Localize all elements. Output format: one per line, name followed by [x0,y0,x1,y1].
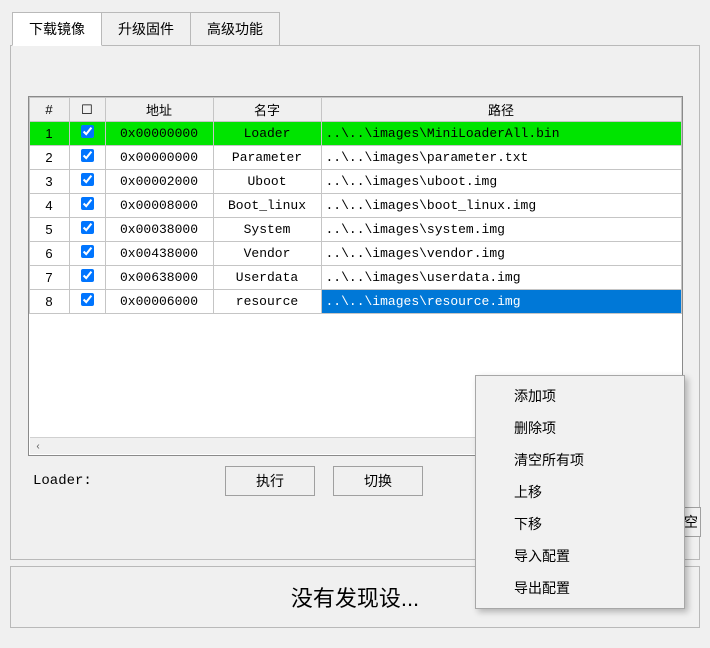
cell-address[interactable]: 0x00008000 [105,194,213,218]
cell-path[interactable]: ..\..\images\parameter.txt [321,146,681,170]
grid: # ☐ 地址 名字 路径 10x00000000Loader..\..\imag… [29,97,682,314]
table-row[interactable]: 4 0x00008000Boot_linux..\..\images\boot_l… [29,194,681,218]
row-checkbox[interactable] [81,173,94,186]
table-row[interactable]: 7 0x00638000Userdata..\..\images\userdata… [29,266,681,290]
cell-index: 6 [29,242,69,266]
cell-check [69,122,105,146]
cell-address[interactable]: 0x00006000 [105,290,213,314]
status-text: 没有发现设... [291,581,419,613]
col-header-name[interactable]: 名字 [213,98,321,122]
cell-check [69,290,105,314]
col-header-index[interactable]: # [29,98,69,122]
cell-check [69,242,105,266]
cell-address[interactable]: 0x00438000 [105,242,213,266]
col-header-check[interactable]: ☐ [69,98,105,122]
table-row[interactable]: 8 0x00006000resource..\..\images\resource… [29,290,681,314]
cell-path[interactable]: ..\..\images\MiniLoaderAll.bin [321,122,681,146]
row-checkbox[interactable] [81,269,94,282]
tab-upgrade-firmware[interactable]: 升级固件 [101,12,191,46]
col-header-address[interactable]: 地址 [105,98,213,122]
table-row[interactable]: 1 0x00000000Loader..\..\images\MiniLoader… [29,122,681,146]
cell-check [69,194,105,218]
cell-address[interactable]: 0x00038000 [105,218,213,242]
tab-strip: 下载镜像 升级固件 高级功能 [12,12,710,46]
cell-path[interactable]: ..\..\images\system.img [321,218,681,242]
cell-address[interactable]: 0x00002000 [105,170,213,194]
cell-index: 4 [29,194,69,218]
cell-index: 2 [29,146,69,170]
col-header-path[interactable]: 路径 [321,98,681,122]
table-row[interactable]: 6 0x00438000Vendor..\..\images\vendor.img [29,242,681,266]
cell-address[interactable]: 0x00000000 [105,146,213,170]
cell-path[interactable]: ..\..\images\userdata.img [321,266,681,290]
tab-download-image[interactable]: 下载镜像 [12,12,102,46]
context-menu: 添加项 删除项 清空所有项 上移 下移 导入配置 导出配置 [475,375,685,609]
loader-label: Loader: [27,473,207,489]
cell-name[interactable]: Parameter [213,146,321,170]
table-row[interactable]: 2 0x00000000Parameter..\..\images\paramet… [29,146,681,170]
cell-name[interactable]: Vendor [213,242,321,266]
row-checkbox[interactable] [81,293,94,306]
ctx-move-down[interactable]: 下移 [478,508,682,540]
app-window: … 下载镜像 升级固件 高级功能 # ☐ 地址 名字 路径 1 0x0000000… [0,0,710,648]
cell-name[interactable]: resource [213,290,321,314]
cell-check [69,146,105,170]
cell-index: 1 [29,122,69,146]
ctx-import-cfg[interactable]: 导入配置 [478,540,682,572]
ctx-add-item[interactable]: 添加项 [478,380,682,412]
cell-address[interactable]: 0x00000000 [105,122,213,146]
cell-check [69,170,105,194]
switch-button[interactable]: 切换 [333,466,423,496]
cell-name[interactable]: Uboot [213,170,321,194]
ctx-move-up[interactable]: 上移 [478,476,682,508]
cell-name[interactable]: Boot_linux [213,194,321,218]
cell-name[interactable]: Loader [213,122,321,146]
row-checkbox[interactable] [81,149,94,162]
cell-index: 5 [29,218,69,242]
row-checkbox[interactable] [81,125,94,138]
titlebar: … [0,0,710,6]
table-row[interactable]: 5 0x00038000System..\..\images\system.img [29,218,681,242]
cell-index: 3 [29,170,69,194]
cell-name[interactable]: System [213,218,321,242]
cell-address[interactable]: 0x00638000 [105,266,213,290]
ctx-export-cfg[interactable]: 导出配置 [478,572,682,604]
cell-path[interactable]: ..\..\images\resource.img [321,290,681,314]
row-checkbox[interactable] [81,197,94,210]
cell-index: 7 [29,266,69,290]
titlebar-text: … [6,0,19,6]
cell-path[interactable]: ..\..\images\boot_linux.img [321,194,681,218]
row-checkbox[interactable] [81,245,94,258]
scroll-left-icon[interactable]: ‹ [30,438,47,455]
cell-name[interactable]: Userdata [213,266,321,290]
table-row[interactable]: 3 0x00002000Uboot..\..\images\uboot.img [29,170,681,194]
execute-button[interactable]: 执行 [225,466,315,496]
ctx-delete-item[interactable]: 删除项 [478,412,682,444]
row-checkbox[interactable] [81,221,94,234]
cell-index: 8 [29,290,69,314]
cell-path[interactable]: ..\..\images\uboot.img [321,170,681,194]
cell-check [69,266,105,290]
ctx-clear-all[interactable]: 清空所有项 [478,444,682,476]
cell-path[interactable]: ..\..\images\vendor.img [321,242,681,266]
tab-advanced[interactable]: 高级功能 [190,12,280,46]
cell-check [69,218,105,242]
